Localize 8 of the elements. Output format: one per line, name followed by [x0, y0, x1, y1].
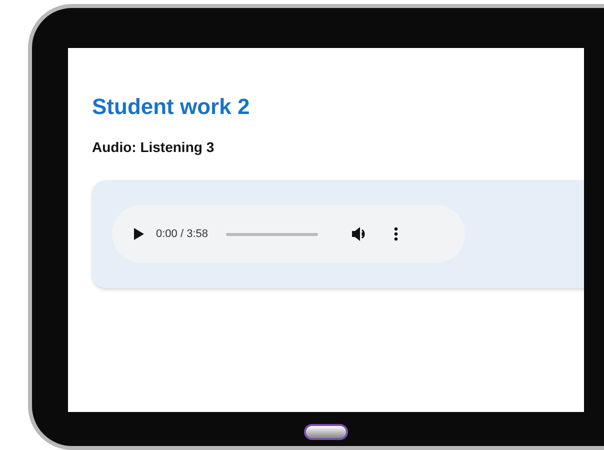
home-button[interactable] [304, 424, 348, 440]
play-icon[interactable] [134, 228, 144, 240]
time-display: 0:00 / 3:58 [156, 226, 208, 242]
volume-icon[interactable] [352, 227, 368, 241]
more-options-icon[interactable] [394, 227, 398, 241]
progress-track[interactable] [226, 232, 318, 236]
audio-title: Audio: Listening 3 [92, 138, 216, 157]
page-title: Student work 2 [92, 93, 251, 121]
